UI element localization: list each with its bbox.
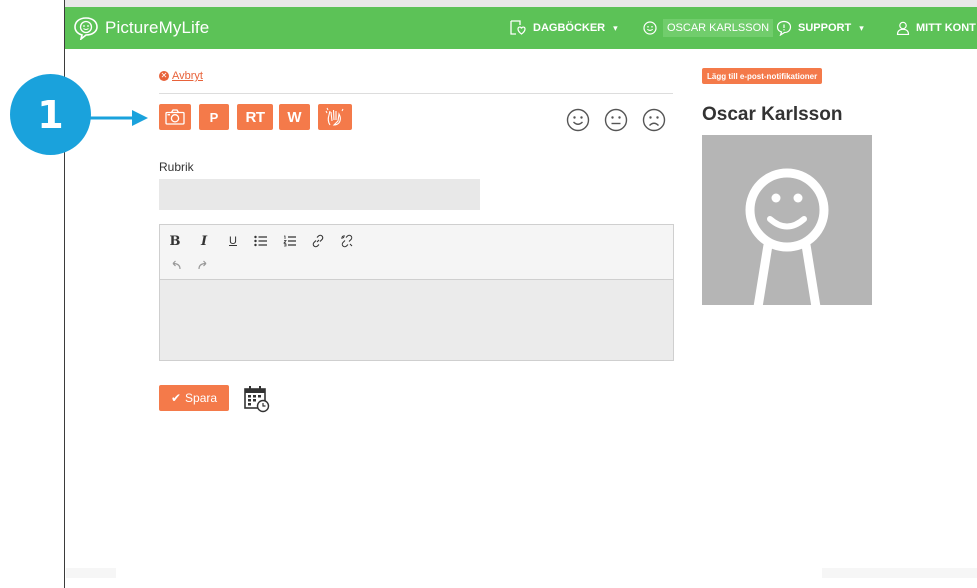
app-window: PictureMyLife DAGBÖCKER ▾ OSCAR KARLSSON [0, 0, 977, 588]
nav-account-menu[interactable]: MITT KONT [896, 7, 976, 49]
title-label: Rubrik [159, 160, 194, 174]
bullet-list-icon[interactable] [252, 232, 270, 250]
close-circle-icon: ✕ [159, 71, 169, 81]
save-button[interactable]: ✔ Spara [159, 385, 229, 411]
nav-diaries-label: DAGBÖCKER [533, 22, 606, 34]
step-callout-number: 1 [37, 92, 64, 137]
tool-w-button[interactable]: W [279, 104, 310, 130]
tool-rt-button[interactable]: RT [237, 104, 273, 130]
divider [159, 93, 673, 94]
happy-face-icon[interactable] [566, 108, 590, 132]
bold-icon[interactable]: B [166, 232, 184, 250]
nav-support-label: SUPPORT [798, 22, 852, 34]
sign-language-button[interactable] [318, 104, 352, 130]
italic-icon[interactable]: I [195, 232, 213, 250]
tool-rt-label: RT [245, 108, 266, 126]
add-email-notifications-label: Lägg till e-post-notifikationer [707, 71, 818, 81]
speech-bubble-smile-icon [74, 17, 98, 40]
tool-w-label: W [287, 108, 302, 126]
redo-icon[interactable] [195, 256, 213, 274]
nav-diaries-menu[interactable]: DAGBÖCKER ▾ [509, 7, 618, 49]
waving-hands-icon [325, 107, 344, 126]
undo-icon[interactable] [166, 256, 184, 274]
checkmark-icon: ✔ [170, 391, 182, 405]
tool-p-button[interactable]: P [199, 104, 229, 130]
nav-support-menu[interactable]: SUPPORT ▾ [776, 7, 864, 49]
numbered-list-icon[interactable] [281, 232, 299, 250]
chevron-down-icon: ▾ [613, 22, 618, 33]
footer-fade-left [66, 568, 116, 578]
brand-logo[interactable]: PictureMyLife [73, 15, 209, 41]
add-email-notifications-button[interactable]: Lägg till e-post-notifikationer [702, 68, 823, 84]
user-icon [896, 21, 910, 35]
nav-user-link[interactable]: OSCAR KARLSSON [643, 7, 774, 49]
footer-fade-right [822, 568, 977, 578]
brand-name: PictureMyLife [105, 18, 210, 37]
editor-toolbar: B I U [160, 225, 673, 280]
profile-name: Oscar Karlsson [702, 104, 843, 125]
save-label: Spara [185, 391, 218, 405]
neutral-face-icon[interactable] [604, 108, 628, 132]
rich-text-editor: B I U [159, 224, 674, 361]
step-callout-badge: 1 [10, 74, 91, 155]
unlink-icon[interactable] [338, 232, 356, 250]
nav-account-label: MITT KONT [916, 22, 976, 34]
editor-body[interactable] [160, 281, 673, 360]
underline-icon[interactable]: U [224, 232, 242, 250]
tool-p-label: P [209, 109, 219, 125]
calendar-clock-icon[interactable] [244, 385, 270, 413]
link-icon[interactable] [309, 232, 327, 250]
default-avatar-icon [745, 168, 829, 305]
cancel-label: Avbryt [172, 70, 203, 82]
sad-face-icon[interactable] [642, 108, 666, 132]
callout-arrow-icon [90, 110, 148, 126]
avatar [702, 135, 872, 305]
title-input[interactable] [159, 179, 480, 210]
camera-icon [165, 109, 185, 125]
chevron-down-icon: ▾ [859, 22, 864, 33]
smiley-icon [643, 21, 657, 35]
speech-bubble-icon [776, 20, 792, 36]
page-top-strip [64, 0, 977, 7]
top-navbar: PictureMyLife DAGBÖCKER ▾ OSCAR KARLSSON [65, 7, 977, 49]
cancel-link[interactable]: ✕ Avbryt [159, 70, 203, 82]
diary-heart-icon [510, 20, 526, 35]
add-photo-button[interactable] [159, 104, 191, 130]
nav-user-label: OSCAR KARLSSON [663, 19, 774, 37]
